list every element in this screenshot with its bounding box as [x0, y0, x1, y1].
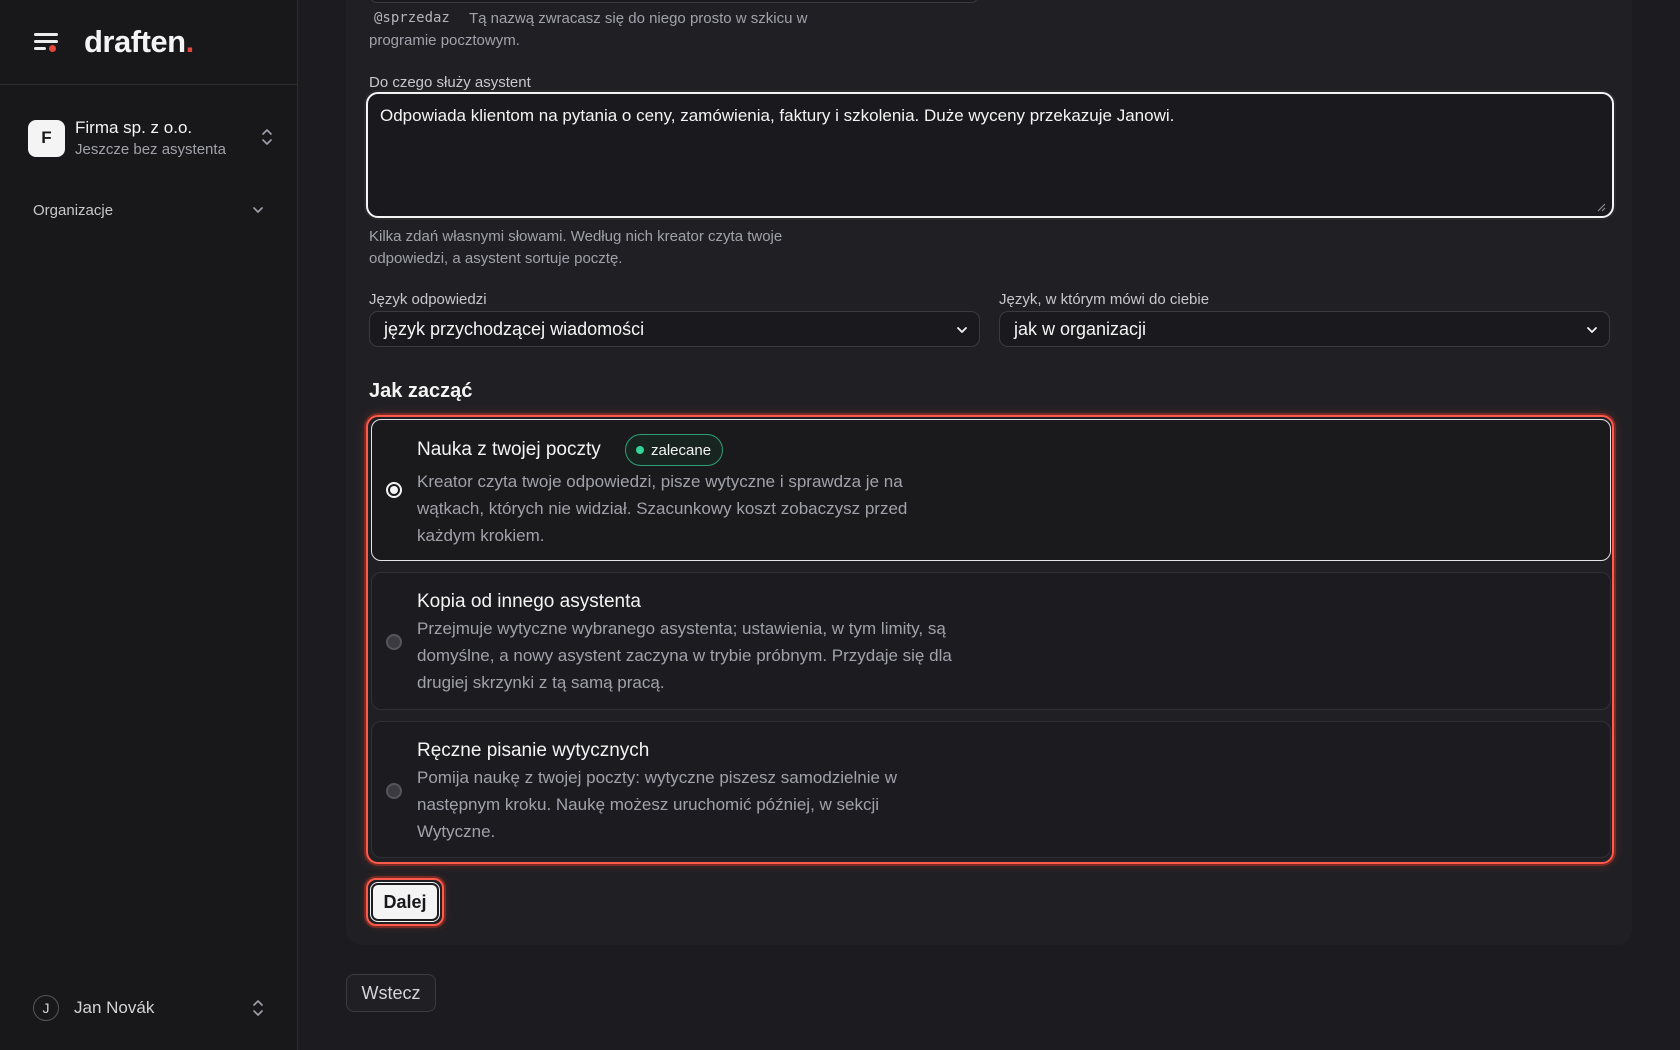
reply-language-select[interactable]: język przychodzącej wiadomości	[369, 311, 980, 347]
organization-switcher[interactable]: F Firma sp. z o.o. Jeszcze bez asystenta	[28, 113, 274, 163]
resize-handle-icon[interactable]	[1596, 202, 1606, 212]
option-learn-from-mail[interactable]: Nauka z twojej poczty zalecane Kreator c…	[371, 419, 1611, 561]
org-name: Firma sp. z o.o.	[75, 117, 193, 137]
avatar: J	[33, 995, 59, 1021]
sidebar-item-label: Organizacje	[33, 201, 114, 219]
purpose-text: Odpowiada klientom na pytania o ceny, za…	[380, 106, 1175, 125]
radio-manual-guidelines[interactable]	[386, 783, 402, 799]
purpose-label: Do czego służy asystent	[369, 74, 531, 91]
recommended-badge: zalecane	[625, 434, 724, 466]
sidebar: draften. F Firma sp. z o.o. Jeszcze bez …	[0, 0, 298, 1050]
org-avatar: F	[28, 119, 65, 157]
option-description: Przejmuje wytyczne wybranego asystenta; …	[417, 619, 952, 692]
handle-hint: Tą nazwą zwracasz się do niego prosto w …	[369, 10, 808, 49]
ui-language-label: Język, w którym mówi do ciebie	[999, 291, 1210, 308]
sidebar-item-organizacje[interactable]: Organizacje	[33, 199, 265, 221]
radio-copy-from-assistant[interactable]	[386, 634, 402, 650]
menu-icon[interactable]	[32, 30, 60, 54]
option-title: Ręczne pisanie wytycznych	[417, 740, 650, 761]
ui-language-value: jak w organizacji	[1014, 318, 1147, 339]
reply-language-label: Język odpowiedzi	[369, 291, 487, 308]
option-title: Kopia od innego asystenta	[417, 591, 641, 612]
back-button[interactable]: Wstecz	[346, 974, 436, 1012]
chevron-up-down-icon	[253, 1000, 263, 1016]
ui-language-select[interactable]: jak w organizacji	[999, 311, 1610, 347]
option-copy-from-assistant[interactable]: Kopia od innego asystenta Przejmuje wyty…	[371, 572, 1611, 710]
option-manual-guidelines[interactable]: Ręczne pisanie wytycznych Pomija naukę z…	[371, 721, 1611, 858]
radio-learn-from-mail[interactable]	[386, 482, 402, 498]
user-name: Jan Novák	[74, 998, 155, 1017]
sidebar-header: draften.	[0, 0, 297, 85]
org-subtitle: Jeszcze bez asystenta	[75, 140, 226, 158]
chevron-down-icon	[1587, 327, 1597, 333]
app-logo[interactable]: draften.	[84, 24, 194, 60]
section-title: Jak zacząć	[369, 380, 473, 402]
purpose-textarea[interactable]: Odpowiada klientom na pytania o ceny, za…	[366, 92, 1614, 218]
purpose-hint: Kilka zdań własnymi słowami. Według nich…	[369, 228, 783, 267]
option-description: Kreator czyta twoje odpowiedzi, pisze wy…	[417, 472, 908, 545]
next-button[interactable]: Dalej	[366, 878, 444, 926]
next-button-label: Dalej	[383, 891, 427, 912]
status-dot-icon	[636, 446, 644, 454]
option-title: Nauka z twojej poczty	[417, 439, 601, 460]
start-method-radio-group: Nauka z twojej poczty zalecane Kreator c…	[366, 415, 1614, 864]
user-menu[interactable]: J Jan Novák	[33, 994, 265, 1022]
chevron-down-icon	[253, 207, 263, 213]
option-description: Pomija naukę z twojej poczty: wytyczne p…	[417, 768, 897, 841]
reply-language-value: język przychodzącej wiadomości	[384, 318, 645, 339]
assistant-name-input[interactable]	[370, 0, 978, 3]
chevron-down-icon	[957, 327, 967, 333]
chevron-up-down-icon	[262, 129, 272, 145]
